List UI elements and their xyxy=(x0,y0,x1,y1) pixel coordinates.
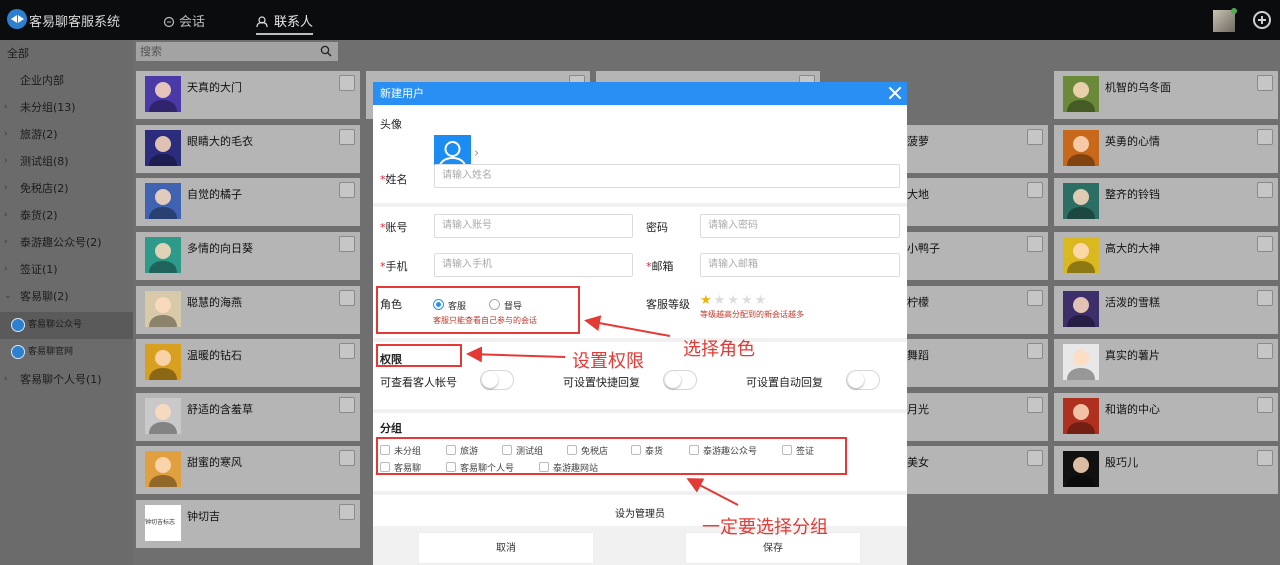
must-select-group-annotation: 一定要选择分组 xyxy=(702,517,828,538)
annotation-arrows xyxy=(466,315,739,506)
role-arrow xyxy=(584,315,671,337)
select-role-annotation: 选择角色 xyxy=(683,339,755,360)
permissions-arrow xyxy=(466,346,566,363)
groups-arrow xyxy=(686,478,739,506)
set-permissions-annotation: 设置权限 xyxy=(572,351,644,372)
